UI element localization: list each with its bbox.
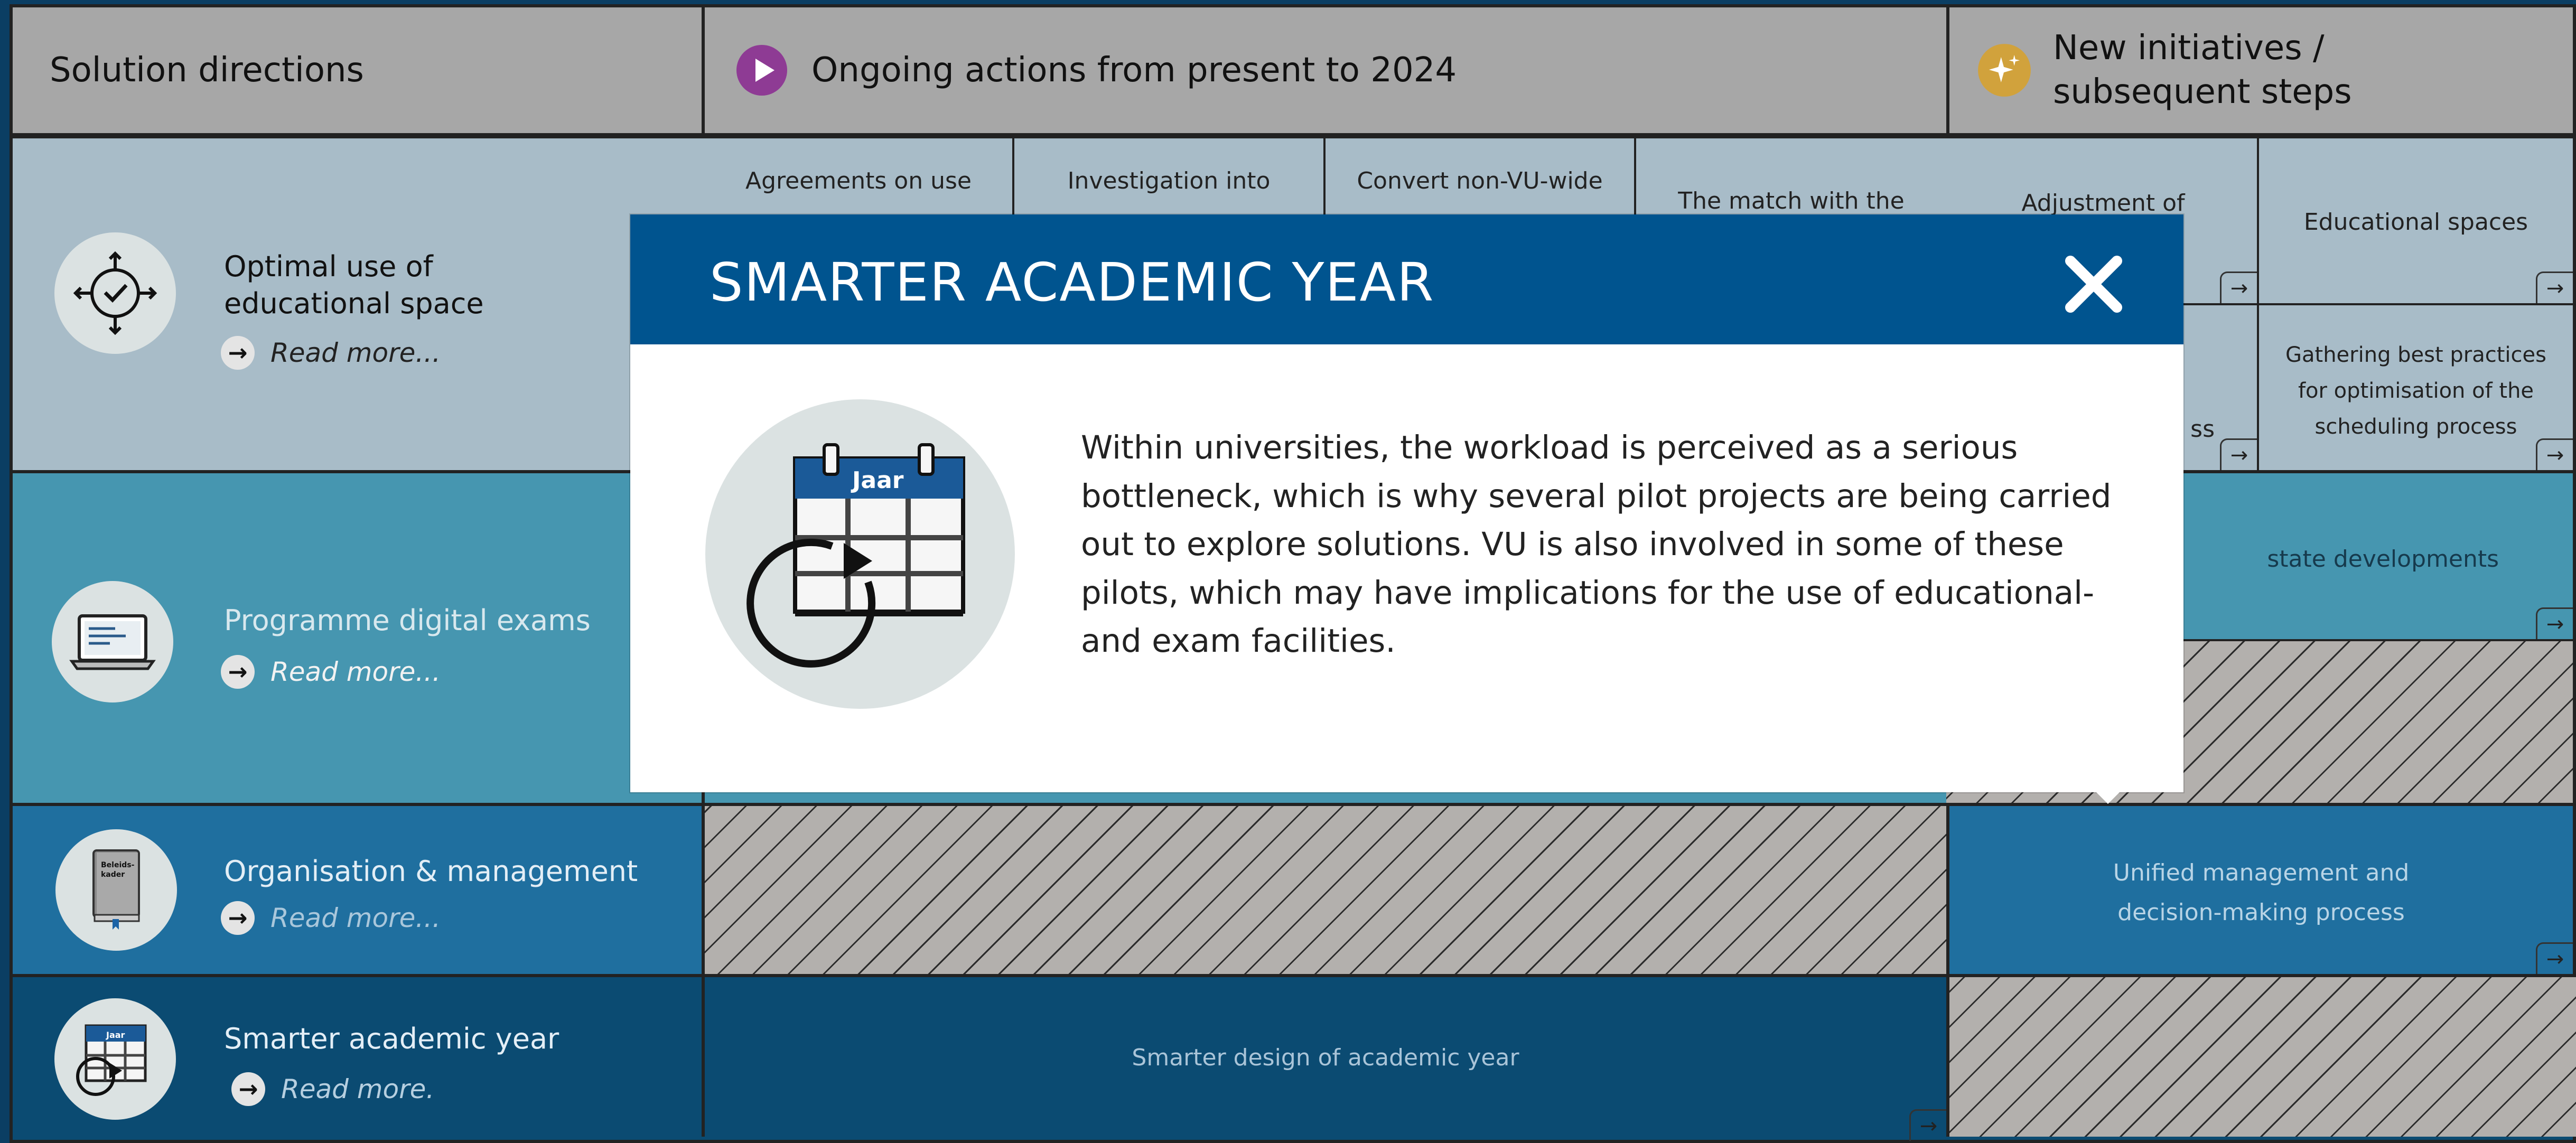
- arrow-right-icon[interactable]: →: [2220, 271, 2257, 303]
- header-col3-title-line1: New initiatives /: [2053, 28, 2325, 68]
- target-check-icon: [54, 232, 176, 354]
- header-ongoing-actions: Ongoing actions from present to 2024: [702, 4, 1949, 136]
- modal-dialog: SMARTER ACADEMIC YEAR Jaar Within univer…: [630, 214, 2183, 792]
- close-icon[interactable]: [2062, 252, 2125, 316]
- arrow-right-icon: →: [221, 655, 255, 689]
- arrow-right-icon: →: [231, 1072, 265, 1106]
- arrow-right-icon: →: [221, 336, 255, 370]
- policy-book-icon: Beleids- kader: [55, 829, 177, 951]
- read-more-link[interactable]: → Read more...: [221, 901, 441, 935]
- read-more-link[interactable]: → Read more...: [221, 336, 441, 370]
- svg-text:Jaar: Jaar: [106, 1030, 125, 1040]
- header-col1-title: Solution directions: [50, 51, 364, 90]
- sparkle-icon: [1978, 44, 2031, 97]
- read-more-link[interactable]: → Read more...: [221, 655, 441, 689]
- arrow-right-icon[interactable]: →: [2220, 438, 2257, 470]
- arrow-right-icon: →: [221, 901, 255, 935]
- header-new-initiatives: New initiatives / subsequent steps: [1946, 4, 2576, 136]
- hatched-empty-cell: [705, 806, 1946, 974]
- arrow-right-icon[interactable]: →: [2536, 607, 2573, 639]
- modal-illustration: Jaar: [705, 399, 1015, 709]
- svg-text:kader: kader: [101, 870, 125, 879]
- cell-convert[interactable]: Convert non-VU-wide: [1326, 164, 1634, 199]
- modal-body-text: Within universities, the workload is per…: [1081, 429, 2112, 660]
- row-smarter-year-title: Smarter academic year: [224, 1022, 559, 1055]
- cell-gathering-best-practices[interactable]: Gathering best practices for optimisatio…: [2259, 305, 2573, 470]
- header-solution-directions: Solution directions: [10, 4, 705, 136]
- arrow-right-icon[interactable]: →: [2536, 438, 2573, 470]
- calendar-play-icon: Jaar: [54, 998, 176, 1120]
- row-optimal-use-title: Optimal use of educational space: [224, 250, 484, 321]
- arrow-right-icon[interactable]: →: [1909, 1109, 1946, 1141]
- calendar-play-icon: Jaar: [746, 443, 965, 668]
- play-icon: [736, 45, 787, 96]
- cell-investigation[interactable]: Investigation into: [1014, 164, 1323, 199]
- header-col3-title-line2: subsequent steps: [2053, 72, 2352, 111]
- modal-title: SMARTER ACADEMIC YEAR: [710, 251, 1435, 313]
- hatched-empty-cell: [1949, 977, 2576, 1137]
- cell-smarter-design[interactable]: Smarter design of academic year →: [705, 977, 1946, 1141]
- arrow-right-icon[interactable]: →: [2536, 271, 2573, 303]
- modal-pointer: [2095, 791, 2121, 804]
- cell-match[interactable]: The match with the: [1636, 184, 1946, 219]
- svg-text:Jaar: Jaar: [851, 467, 904, 494]
- modal-header: SMARTER ACADEMIC YEAR: [630, 214, 2183, 344]
- cell-educational-spaces[interactable]: Educational spaces →: [2259, 138, 2573, 303]
- row-organisation-title: Organisation & management: [224, 855, 638, 888]
- read-more-link[interactable]: → Read more.: [231, 1072, 434, 1106]
- header-col2-title: Ongoing actions from present to 2024: [811, 51, 1457, 90]
- cell-unified-management[interactable]: Unified management and decision-making p…: [1949, 806, 2573, 974]
- laptop-icon: [52, 581, 173, 702]
- cell-agreements[interactable]: Agreements on use: [705, 164, 1012, 199]
- arrow-right-icon[interactable]: →: [2536, 942, 2573, 974]
- svg-text:Beleids-: Beleids-: [101, 861, 135, 869]
- row-digital-exams-title: Programme digital exams: [224, 604, 591, 637]
